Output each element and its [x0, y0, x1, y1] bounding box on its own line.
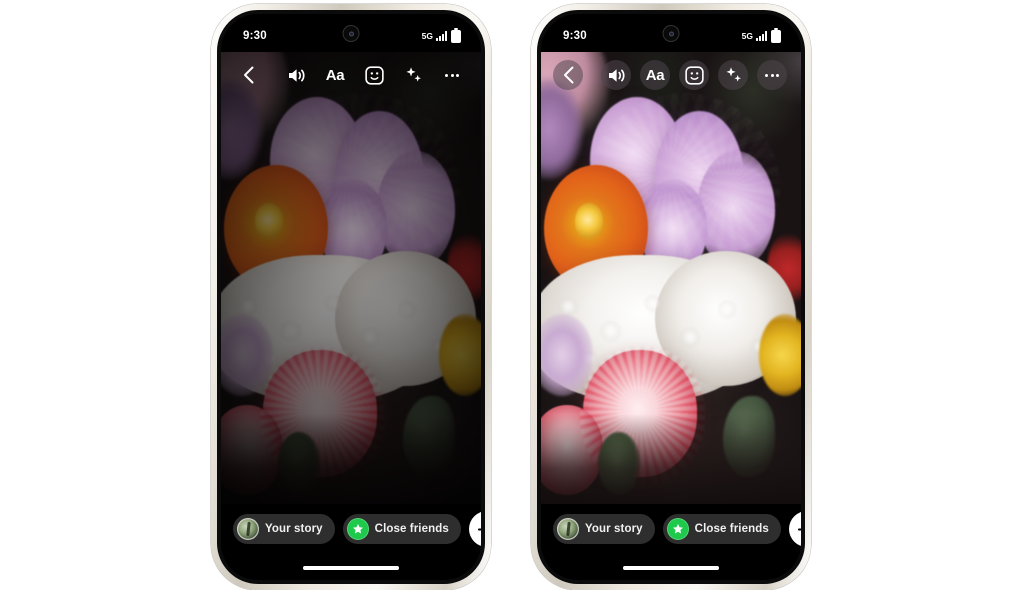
close-friends-button[interactable]: Close friends [662, 514, 781, 544]
phone-screen-left: 9:30 5G Aa Your story Close friends [221, 14, 481, 580]
more-horizontal-icon [765, 73, 779, 77]
more-options-button[interactable] [437, 60, 467, 90]
volume-button[interactable] [601, 60, 631, 90]
text-tool-button[interactable]: Aa [640, 60, 670, 90]
text-tool-button[interactable]: Aa [320, 60, 350, 90]
effects-button[interactable] [398, 60, 428, 90]
battery-full-icon [771, 27, 781, 43]
orange-zinnia-center [254, 203, 284, 240]
close-friends-label: Close friends [374, 523, 449, 535]
yellow-flower-right [759, 314, 801, 396]
bouquet-photo-left [221, 52, 481, 504]
close-friends-button[interactable]: Close friends [342, 514, 461, 544]
screenshot-stage: 9:30 5G Aa Your story Close friends 9:30… [0, 0, 1024, 590]
phone-bezel-left: 9:30 5G Aa Your story Close friends [217, 10, 485, 584]
home-indicator [303, 566, 399, 570]
orange-zinnia-center [574, 203, 604, 240]
text-aa-icon: Aa [645, 66, 665, 84]
sticker-smiley-icon [684, 65, 704, 85]
yellow-flower-right [439, 314, 481, 396]
chevron-left-icon [243, 66, 253, 84]
status-indicators: 5G [421, 27, 461, 43]
story-top-toolbar-left: Aa [221, 52, 481, 98]
green-star-icon [666, 518, 689, 540]
effects-button[interactable] [718, 60, 748, 90]
signal-bars-icon [756, 31, 768, 41]
more-horizontal-icon [445, 73, 459, 77]
home-indicator [623, 566, 719, 570]
arrow-right-icon [478, 528, 481, 530]
sticker-smiley-icon [364, 65, 384, 85]
story-top-toolbar-right: Aa [541, 52, 801, 98]
status-indicators: 5G [741, 27, 781, 43]
close-friends-label: Close friends [694, 523, 769, 535]
back-button[interactable] [553, 60, 583, 90]
sticker-button[interactable] [679, 60, 709, 90]
avatar-icon [557, 518, 579, 540]
send-button[interactable] [788, 511, 801, 547]
your-story-label: Your story [585, 523, 643, 535]
network-label: 5G [741, 31, 753, 41]
phone-mockup-left: 9:30 5G Aa Your story Close friends [211, 4, 491, 590]
phone-mockup-right: 9:30 5G Aa Your story Close friends [531, 4, 811, 590]
front-camera-icon [662, 25, 680, 42]
bouquet-photo-right [541, 52, 801, 504]
volume-button[interactable] [281, 60, 311, 90]
photo-bottom-shadow [541, 413, 801, 504]
sticker-button[interactable] [359, 60, 389, 90]
story-bottom-bar-right: Your story Close friends [541, 504, 801, 580]
back-button[interactable] [233, 60, 263, 90]
battery-full-icon [451, 27, 461, 43]
green-star-icon [346, 518, 369, 540]
text-aa-icon: Aa [325, 66, 345, 84]
story-photo-right[interactable] [541, 52, 801, 504]
your-story-button[interactable]: Your story [553, 514, 655, 544]
send-button[interactable] [468, 511, 481, 547]
front-camera-icon [342, 25, 360, 42]
sparkles-icon [405, 66, 421, 82]
sparkles-icon [725, 66, 741, 82]
your-story-label: Your story [265, 523, 323, 535]
avatar-icon [237, 518, 259, 540]
signal-bars-icon [436, 31, 448, 41]
chevron-left-icon [563, 66, 573, 84]
story-bottom-bar-left: Your story Close friends [221, 504, 481, 580]
story-tool-group: Aa [601, 60, 787, 90]
arrow-right-icon [798, 528, 801, 530]
your-story-button[interactable]: Your story [233, 514, 335, 544]
status-time: 9:30 [243, 30, 267, 42]
more-options-button[interactable] [757, 60, 787, 90]
speaker-volume-icon [288, 68, 305, 82]
story-tool-group: Aa [281, 60, 467, 90]
photo-bottom-shadow [221, 413, 481, 504]
phone-bezel-right: 9:30 5G Aa Your story Close friends [537, 10, 805, 584]
phone-screen-right: 9:30 5G Aa Your story Close friends [541, 14, 801, 580]
speaker-volume-icon [608, 68, 625, 82]
story-photo-left[interactable] [221, 52, 481, 504]
status-time: 9:30 [563, 30, 587, 42]
network-label: 5G [421, 31, 433, 41]
